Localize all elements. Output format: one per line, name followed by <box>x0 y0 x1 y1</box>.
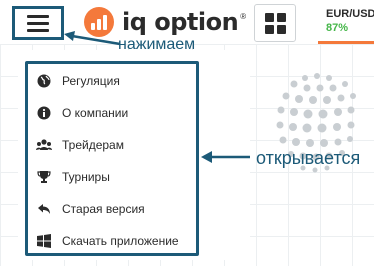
traders-icon <box>36 137 52 153</box>
menu-item-download-app[interactable]: Скачать приложение <box>36 230 196 252</box>
logo-registered-mark: ® <box>240 11 247 21</box>
annotation-arrow-left-icon <box>201 151 250 163</box>
windows-icon <box>36 233 52 249</box>
apps-grid-button[interactable] <box>254 4 296 42</box>
menu-icon-bar <box>27 28 49 32</box>
asset-change: 87% <box>326 22 349 34</box>
menu-icon <box>27 14 49 18</box>
side-menu: Регуляция О компании Трейдерам Турниры С… <box>25 61 199 256</box>
grid-icon-cell <box>276 12 286 22</box>
menu-item-about[interactable]: О компании <box>36 102 196 124</box>
grid-icon <box>264 12 274 22</box>
annotation-opens: открывается <box>256 148 361 168</box>
globe-icon <box>36 73 52 89</box>
menu-item-label: Турниры <box>62 170 110 184</box>
info-icon <box>36 105 52 121</box>
asset-tab[interactable]: EUR/USD 87% <box>318 0 374 44</box>
hamburger-menu-button[interactable] <box>12 6 64 40</box>
menu-item-traders[interactable]: Трейдерам <box>36 134 196 156</box>
menu-item-label: Старая версия <box>62 202 145 216</box>
menu-item-regulation[interactable]: Регуляция <box>36 70 196 92</box>
annotation-arrow-left-icon <box>64 31 121 46</box>
logo-text: iq option <box>122 8 239 36</box>
asset-name: EUR/USD <box>326 8 374 20</box>
menu-item-label: Скачать приложение <box>62 234 179 248</box>
grid-icon-cell <box>264 24 274 34</box>
menu-item-label: О компании <box>62 106 129 120</box>
annotation-press: нажимаем <box>118 36 196 53</box>
menu-item-old-version[interactable]: Старая версия <box>36 198 196 220</box>
menu-icon-bar <box>27 21 49 25</box>
menu-item-label: Регуляция <box>62 74 120 88</box>
grid-icon-cell <box>276 24 286 34</box>
reply-icon <box>36 201 52 217</box>
menu-item-tournaments[interactable]: Турниры <box>36 166 196 188</box>
menu-item-label: Трейдерам <box>62 138 124 152</box>
trophy-icon <box>36 169 52 185</box>
